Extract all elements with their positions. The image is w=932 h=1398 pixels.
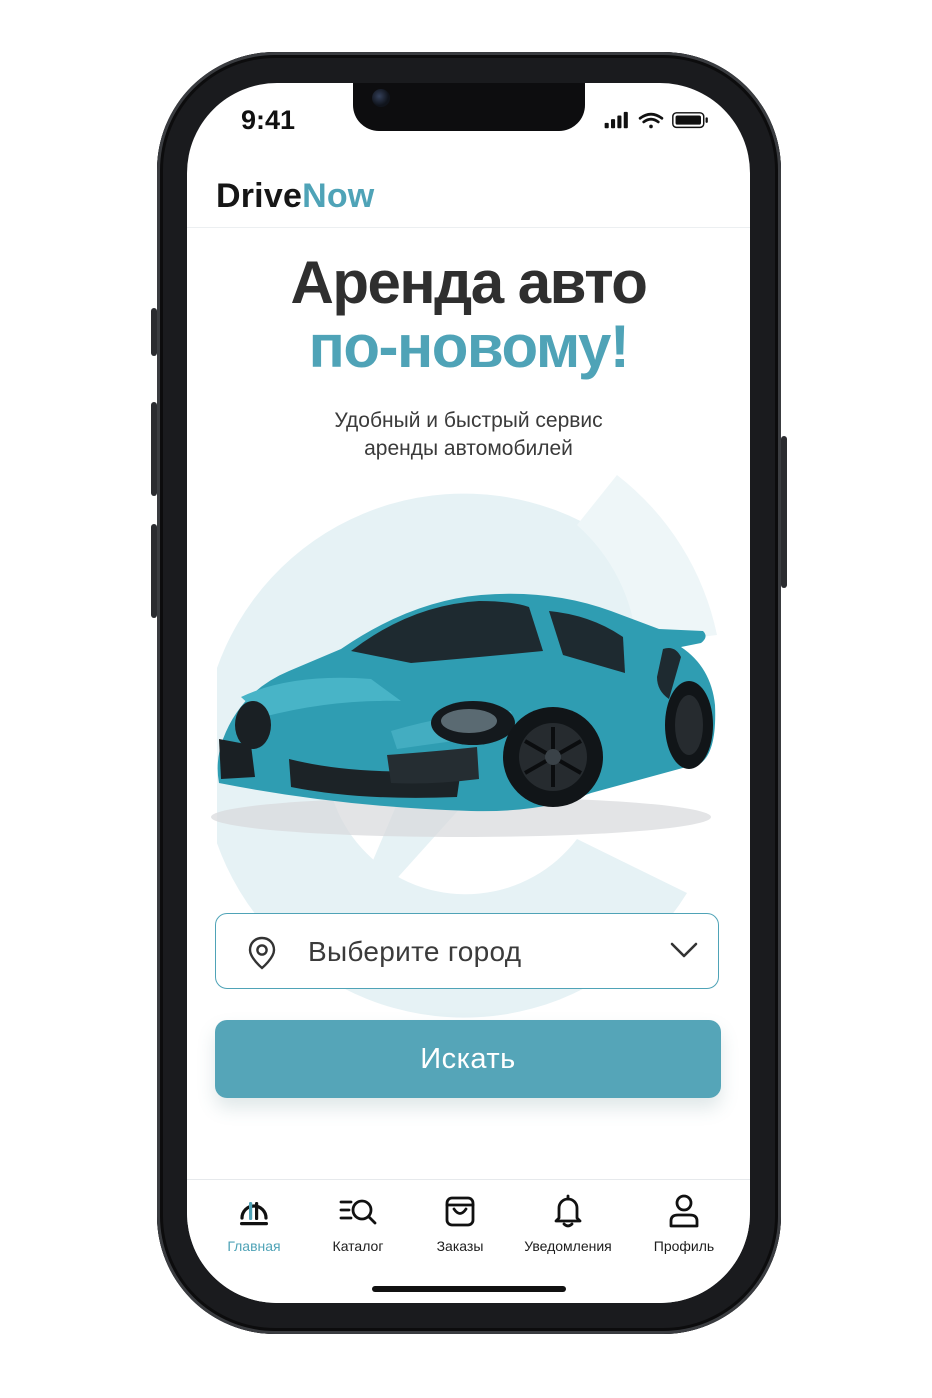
wifi-icon xyxy=(638,112,664,129)
signal-icon xyxy=(604,111,628,129)
app-screen: 9:41 DriveNow Аренда авто по-новому! Удо… xyxy=(187,83,750,1303)
bell-icon xyxy=(554,1194,582,1228)
home-icon xyxy=(240,1202,268,1226)
tab-notifications[interactable]: Уведомления xyxy=(511,1194,625,1254)
volume-up-button xyxy=(151,402,157,496)
power-button xyxy=(781,436,787,588)
city-select-dropdown[interactable]: Выберите город xyxy=(215,913,719,989)
hero-title-line1: Аренда авто xyxy=(290,249,648,316)
location-pin-icon xyxy=(248,936,276,970)
catalog-search-icon xyxy=(339,1199,377,1225)
chevron-down-icon xyxy=(670,942,698,958)
volume-down-button xyxy=(151,524,157,618)
tab-profile-label: Профиль xyxy=(653,1238,715,1254)
hero-subtitle-line1: Удобный и быстрый сервис xyxy=(334,409,603,432)
hero-subtitle: Удобный и быстрый сервис аренды автомоби… xyxy=(187,407,750,463)
tab-home-label: Главная xyxy=(227,1238,281,1254)
tab-catalog-label: Каталог xyxy=(332,1238,384,1254)
hero-subtitle-line2: аренды автомобилей xyxy=(364,437,573,460)
tab-orders-label: Заказы xyxy=(436,1238,484,1254)
notch xyxy=(353,83,585,131)
brand-logo-part2: Now xyxy=(302,177,375,215)
bottom-tab-bar: Главная Каталог Заказы Уведомления Профи… xyxy=(187,1179,750,1303)
silent-switch xyxy=(151,308,157,356)
tab-orders[interactable]: Заказы xyxy=(405,1194,515,1254)
hero-title-line2: по-новому! xyxy=(308,313,630,380)
search-button[interactable]: Искать xyxy=(215,1020,721,1098)
status-time: 9:41 xyxy=(241,105,296,135)
battery-icon xyxy=(672,112,708,129)
tab-profile[interactable]: Профиль xyxy=(629,1194,739,1254)
city-select-placeholder: Выберите город xyxy=(308,936,522,967)
hero-title: Аренда авто по-новому! xyxy=(187,251,750,379)
tab-catalog[interactable]: Каталог xyxy=(303,1194,413,1254)
front-camera xyxy=(372,89,390,107)
sports-car-image xyxy=(211,593,716,837)
status-icons xyxy=(604,111,708,129)
brand-logo[interactable]: DriveNow xyxy=(216,177,374,216)
app-header: DriveNow xyxy=(187,163,750,228)
phone-frame: 9:41 DriveNow Аренда авто по-новому! Удо… xyxy=(151,52,787,1334)
brand-logo-part1: Drive xyxy=(216,177,303,215)
shopping-bag-icon xyxy=(445,1196,475,1227)
tab-home[interactable]: Главная xyxy=(199,1194,309,1254)
tab-notifications-label: Уведомления xyxy=(524,1238,612,1254)
user-icon xyxy=(669,1194,699,1228)
home-indicator[interactable] xyxy=(372,1286,566,1292)
